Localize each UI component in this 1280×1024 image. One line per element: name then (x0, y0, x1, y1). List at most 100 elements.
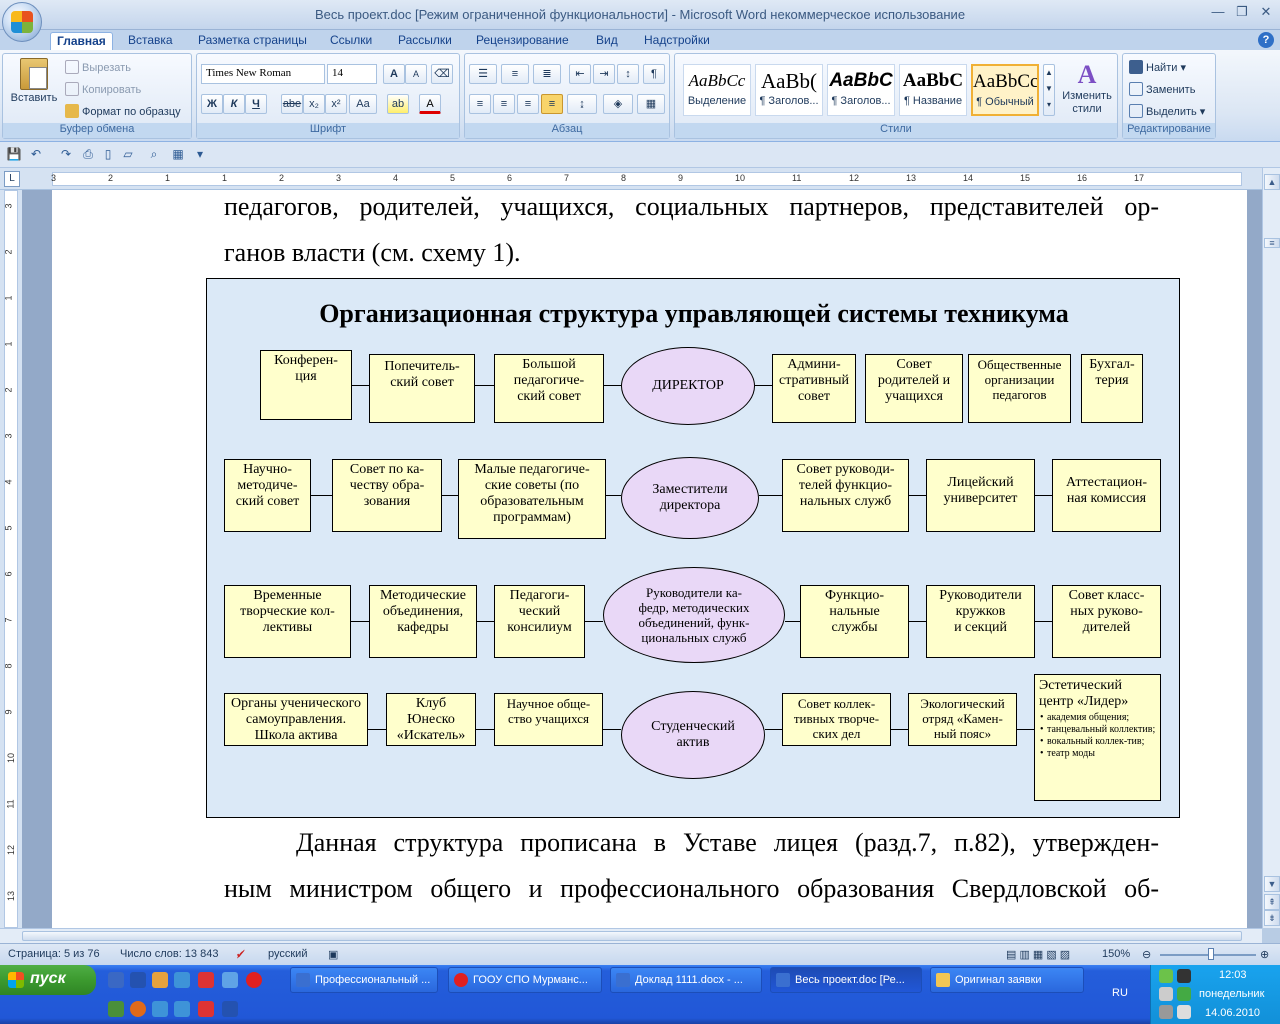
find-button[interactable]: Найти ▾ (1129, 60, 1186, 74)
word-icon[interactable] (222, 1001, 238, 1017)
highlight-icon[interactable]: ab (387, 94, 409, 114)
tab-insert[interactable]: Вставка (122, 32, 179, 50)
node-student-activists[interactable]: Студенческий актив (621, 691, 765, 779)
sort-icon[interactable]: ↕ (617, 64, 639, 84)
borders-icon[interactable]: ▦ (637, 94, 665, 114)
node-director[interactable]: ДИРЕКТОР (621, 347, 755, 425)
node-student-self-government[interactable]: Органы ученического самоуправления. Школ… (224, 693, 368, 746)
node-temporary-teams[interactable]: Временные творческие кол- лективы (224, 585, 351, 658)
ruler-strip[interactable]: 3 2 1 1 2 3 4 5 6 7 8 9 10 11 12 13 14 15 16 17 (51, 172, 1242, 186)
align-left-icon[interactable]: ≡ (469, 94, 491, 114)
bullets-icon[interactable]: ☰ (469, 64, 497, 84)
paragraph-line-4[interactable]: ным министром общего и профессионального… (224, 874, 1159, 904)
quicklaunch-icon[interactable] (198, 1001, 214, 1017)
quicklaunch-icon[interactable] (222, 972, 238, 988)
tray-icon[interactable] (1177, 987, 1191, 1001)
show-marks-icon[interactable]: ¶ (643, 64, 665, 84)
minimize-button[interactable]: — (1206, 4, 1230, 22)
tab-references[interactable]: Ссылки (324, 32, 378, 50)
style-heading-1[interactable]: AaBb(¶ Заголов... (755, 64, 823, 116)
tray-icon[interactable] (1159, 969, 1173, 983)
view-buttons[interactable]: ▤ ▥ ▦ ▧ ▨ (1006, 948, 1070, 961)
tab-selector-button[interactable]: L (4, 171, 20, 187)
decrease-indent-icon[interactable]: ⇤ (569, 64, 591, 84)
undo-icon[interactable]: ↶ (28, 147, 44, 163)
quicklaunch-icon[interactable] (198, 972, 214, 988)
copy-button[interactable]: Копировать (65, 82, 141, 96)
tray-icon[interactable] (1177, 969, 1191, 983)
paste-button[interactable]: Вставить (9, 58, 59, 104)
task-report[interactable]: Доклад 1111.docx - ... (610, 967, 762, 993)
office-button[interactable] (2, 2, 42, 42)
font-name-combo[interactable]: Times New Roman (201, 64, 325, 84)
numbering-icon[interactable]: ≡ (501, 64, 529, 84)
node-aesthetic-center[interactable]: Эстетический центр «Лидер» академия обще… (1034, 674, 1161, 801)
print-preview-icon[interactable]: ⌕ (146, 147, 162, 163)
task-whole-project[interactable]: Весь проект.doc [Ре... (770, 967, 922, 993)
node-attestation-commission[interactable]: Аттестацион- ная комиссия (1052, 459, 1161, 532)
zoom-out-icon[interactable]: ⊖ (1142, 948, 1151, 961)
node-administrative-council[interactable]: Админи- стративный совет (772, 354, 856, 423)
quicklaunch-icon[interactable] (152, 1001, 168, 1017)
node-public-organizations[interactable]: Общественные организации педагогов (968, 354, 1071, 423)
shading-icon[interactable]: ◈ (603, 94, 633, 114)
node-ecology-squad[interactable]: Экологический отряд «Камен- ный пояс» (908, 693, 1017, 746)
word-count[interactable]: Число слов: 13 843 (120, 948, 218, 960)
change-case-button[interactable]: Aa (349, 94, 377, 114)
node-functional-heads-council[interactable]: Совет руководи- телей функцио- нальных с… (782, 459, 909, 532)
close-button[interactable]: ✕ (1254, 4, 1278, 22)
tab-mailings[interactable]: Рассылки (392, 32, 458, 50)
quicklaunch-icon[interactable] (108, 972, 124, 988)
node-big-pedagogical-council[interactable]: Большой педагогиче- ский совет (494, 354, 604, 423)
macro-icon[interactable]: ▣ (328, 948, 338, 961)
quicklaunch-icon[interactable] (130, 1001, 146, 1017)
zoom-slider-thumb[interactable] (1208, 948, 1214, 960)
open-icon[interactable]: ▱ (120, 147, 136, 163)
tab-page-layout[interactable]: Разметка страницы (192, 32, 313, 50)
node-methodical-associations[interactable]: Методические объединения, кафедры (369, 585, 477, 658)
style-emphasis[interactable]: AaBbCc Выделение (683, 64, 751, 116)
new-document-icon[interactable]: ▯ (100, 147, 116, 163)
redo-icon[interactable]: ↷ (58, 147, 74, 163)
scroll-up-icon[interactable]: ▲ (1264, 174, 1280, 190)
style-title[interactable]: AaBbC ¶ Название (899, 64, 967, 116)
customize-qat-icon[interactable]: ▾ (192, 147, 208, 163)
line-spacing-icon[interactable]: ↨ (567, 94, 597, 114)
justify-icon[interactable]: ≡ (541, 94, 563, 114)
hscroll-thumb[interactable] (22, 931, 1242, 941)
language[interactable]: русский (268, 948, 307, 960)
save-icon[interactable]: 💾 (6, 147, 22, 163)
paragraph-line-1[interactable]: педагогов, родителей, учащихся, социальн… (224, 192, 1159, 222)
tray-icon[interactable] (1159, 1005, 1173, 1019)
zoom-in-icon[interactable]: ⊕ (1260, 948, 1269, 961)
opera-icon[interactable] (246, 972, 262, 988)
node-creative-affairs-council[interactable]: Совет коллек- тивных творче- ских дел (782, 693, 891, 746)
quicklaunch-icon[interactable] (152, 972, 168, 988)
node-accounting[interactable]: Бухгал- терия (1081, 354, 1143, 423)
node-quality-council[interactable]: Совет по ка- честву обра- зования (332, 459, 442, 532)
node-department-heads[interactable]: Руководители ка- федр, методических объе… (603, 567, 785, 663)
horizontal-scrollbar[interactable] (0, 928, 1262, 943)
paragraph-line-2[interactable]: ганов власти (см. схему 1). (224, 238, 521, 268)
spelling-icon[interactable]: ✔̸ (236, 948, 245, 961)
next-page-icon[interactable]: ⇟ (1264, 910, 1280, 926)
multilevel-list-icon[interactable]: ≣ (533, 64, 561, 84)
align-center-icon[interactable]: ≡ (493, 94, 515, 114)
select-button[interactable]: Выделить ▾ (1129, 104, 1205, 118)
italic-button[interactable]: К (223, 94, 245, 114)
tab-review[interactable]: Рецензирование (470, 32, 575, 50)
vertical-ruler-strip[interactable]: 321123456789101112131415 (4, 190, 18, 993)
node-pedagogical-consilium[interactable]: Педагоги- ческий консилиум (494, 585, 585, 658)
previous-page-icon[interactable]: ⇞ (1264, 894, 1280, 910)
clock-time[interactable]: 12:03 (1219, 969, 1247, 981)
cut-button[interactable]: Вырезать (65, 60, 131, 74)
node-functional-services[interactable]: Функцио- нальные службы (800, 585, 909, 658)
subscript-button[interactable]: x₂ (303, 94, 325, 114)
node-club-leaders[interactable]: Руководители кружков и секций (926, 585, 1035, 658)
increase-indent-icon[interactable]: ⇥ (593, 64, 615, 84)
paragraph-line-3[interactable]: Данная структура прописана в Уставе лице… (296, 828, 1159, 858)
node-board-of-trustees[interactable]: Попечитель- ский совет (369, 354, 475, 423)
node-conference[interactable]: Конферен- ция (260, 350, 352, 420)
scroll-thumb[interactable]: ≡ (1264, 238, 1280, 248)
quicklaunch-icon[interactable] (130, 972, 146, 988)
